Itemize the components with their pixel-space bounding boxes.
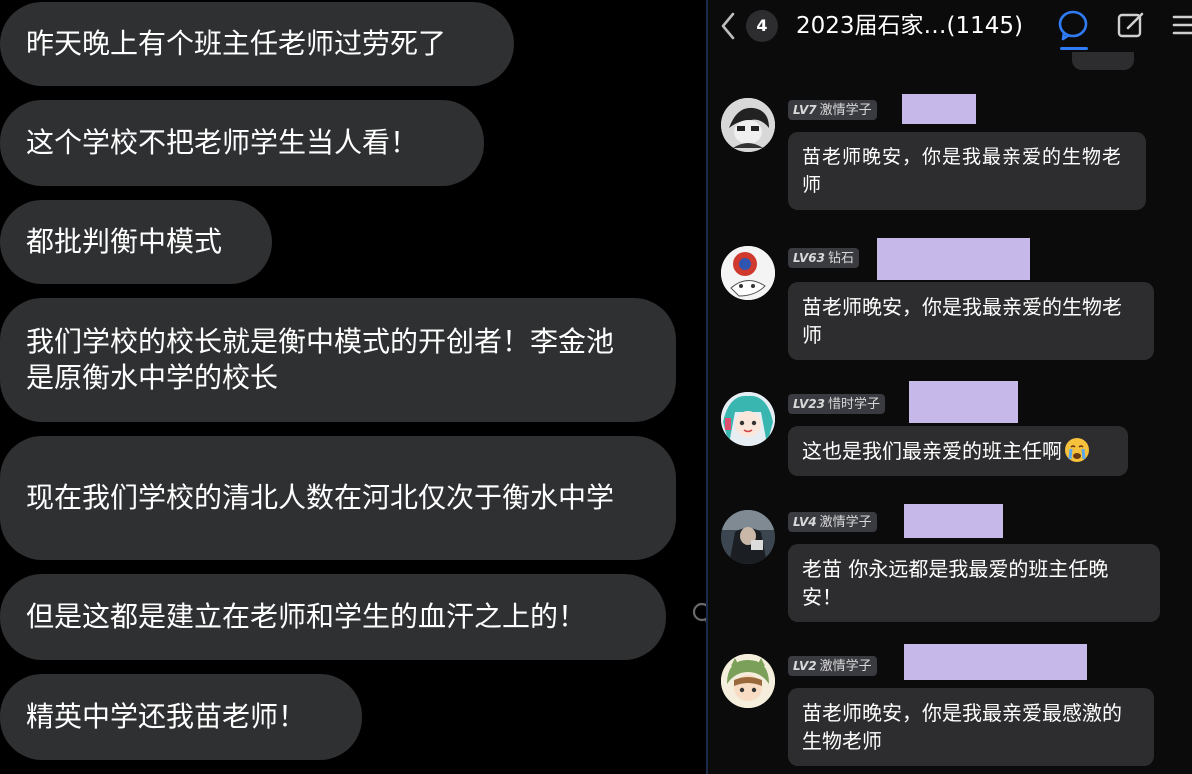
edit-icon[interactable]: [1116, 10, 1146, 40]
chat-message: LV7 激情学子 苗老师晚安，你是我最亲爱的生物老师: [708, 94, 1192, 226]
chat-bubble-icon[interactable]: [1056, 8, 1090, 44]
left-chat-pane: 昨天晚上有个班主任老师过劳死了 这个学校不把老师学生当人看！ 都批判衡中模式 我…: [0, 0, 706, 774]
member-title: 激情学子: [819, 659, 872, 674]
left-message-bubble[interactable]: 现在我们学校的清北人数在河北仅次于衡水中学: [0, 436, 676, 560]
left-message-bubble[interactable]: 这个学校不把老师学生当人看！: [0, 100, 484, 186]
level-tag: LV4 激情学子: [788, 512, 877, 532]
level-tag: LV2 激情学子: [788, 656, 877, 676]
message-text: 苗老师晚安，你是我最亲爱最感激的生物老师: [802, 701, 1122, 753]
member-title: 激情学子: [819, 515, 872, 530]
menu-icon[interactable]: [1172, 12, 1192, 38]
left-message-bubble[interactable]: 但是这都是建立在老师和学生的血汗之上的！: [0, 574, 666, 660]
message-text: 老苗 你永远都是我最爱的班主任晚安！: [802, 557, 1109, 609]
left-message-bubble[interactable]: 昨天晚上有个班主任老师过劳死了: [0, 2, 514, 86]
redacted-name: [877, 238, 1030, 280]
message-text: 苗老师晚安，你是我最亲爱的生物老师: [802, 146, 1123, 196]
sender-meta: LV7 激情学子: [788, 99, 877, 121]
chat-bubble[interactable]: 老苗 你永远都是我最爱的班主任晚安！: [788, 544, 1160, 622]
avatar[interactable]: [721, 98, 775, 152]
left-message-text: 这个学校不把老师学生当人看！: [26, 126, 419, 159]
level-tag: LV7 激情学子: [788, 100, 877, 120]
partial-icon: [690, 600, 706, 628]
level-badge: LV2: [793, 659, 817, 673]
member-title: 激情学子: [819, 103, 872, 118]
chat-header: 4 2023届石家…(1145): [708, 0, 1192, 52]
left-message-text: 精英中学还我苗老师！: [26, 700, 307, 733]
crying-face-emoji-icon: [1064, 437, 1090, 463]
message-text: 这也是我们最亲爱的班主任啊: [802, 439, 1062, 463]
left-message-text: 现在我们学校的清北人数在河北仅次于衡水中学: [26, 481, 615, 514]
avatar[interactable]: [721, 246, 775, 300]
redacted-name: [909, 381, 1018, 423]
sender-meta: LV2 激情学子: [788, 655, 877, 677]
right-chat-pane: 4 2023届石家…(1145) LV7 激情学子 苗老师晚安，你是我最亲爱的生…: [708, 0, 1192, 774]
left-message-text: 都批判衡中模式: [26, 225, 223, 258]
message-text: 苗老师晚安，你是我最亲爱的生物老师: [802, 295, 1122, 347]
screenshot-root: 昨天晚上有个班主任老师过劳死了 这个学校不把老师学生当人看！ 都批判衡中模式 我…: [0, 0, 1192, 774]
chat-message: LV63 钻石 苗老师晚安，你是我最亲爱的生物老师: [708, 238, 1192, 366]
chat-message: LV2 激情学子 苗老师晚安，你是我最亲爱最感激的生物老师: [708, 644, 1192, 774]
unread-count-badge[interactable]: 4: [746, 10, 778, 42]
chat-bubble[interactable]: 苗老师晚安，你是我最亲爱的生物老师: [788, 282, 1154, 360]
sender-meta: LV4 激情学子: [788, 511, 877, 533]
chat-bubble[interactable]: 苗老师晚安，你是我最亲爱最感激的生物老师: [788, 688, 1154, 766]
left-message-text: 昨天晚上有个班主任老师过劳死了: [26, 27, 447, 60]
left-message-bubble[interactable]: 精英中学还我苗老师！: [0, 674, 362, 760]
active-tab-indicator: [1060, 47, 1088, 50]
level-tag: LV63 钻石: [788, 248, 859, 268]
chat-message: LV23 惜时学子 这也是我们最亲爱的班主任啊: [708, 381, 1192, 484]
member-title: 惜时学子: [827, 397, 880, 412]
back-chevron-icon[interactable]: [718, 10, 738, 42]
sender-meta: LV63 钻石: [788, 247, 859, 269]
avatar[interactable]: [721, 510, 775, 564]
left-message-text: 我们学校的校长就是衡中模式的开创者！李金池是原衡水中学的校长: [26, 325, 615, 394]
left-message-text: 但是这都是建立在老师和学生的血汗之上的！: [26, 600, 587, 633]
level-badge: LV4: [793, 515, 817, 529]
chat-bubble[interactable]: 这也是我们最亲爱的班主任啊: [788, 426, 1128, 476]
chat-bubble[interactable]: 苗老师晚安，你是我最亲爱的生物老师: [788, 132, 1146, 210]
level-tag: LV23 惜时学子: [788, 394, 885, 414]
avatar[interactable]: [721, 392, 775, 446]
member-title: 钻石: [827, 251, 854, 266]
level-badge: LV23: [793, 397, 825, 411]
redacted-name: [904, 644, 1087, 680]
chat-message: LV4 激情学子 老苗 你永远都是我最爱的班主任晚安！: [708, 502, 1192, 630]
group-title[interactable]: 2023届石家…(1145): [796, 8, 1023, 44]
left-message-bubble[interactable]: 我们学校的校长就是衡中模式的开创者！李金池是原衡水中学的校长: [0, 298, 676, 422]
redacted-name: [902, 94, 976, 124]
sender-meta: LV23 惜时学子: [788, 393, 885, 415]
avatar[interactable]: [721, 654, 775, 708]
level-badge: LV63: [793, 251, 825, 265]
redacted-name: [904, 504, 1003, 538]
left-message-bubble[interactable]: 都批判衡中模式: [0, 200, 272, 284]
level-badge: LV7: [793, 103, 817, 117]
